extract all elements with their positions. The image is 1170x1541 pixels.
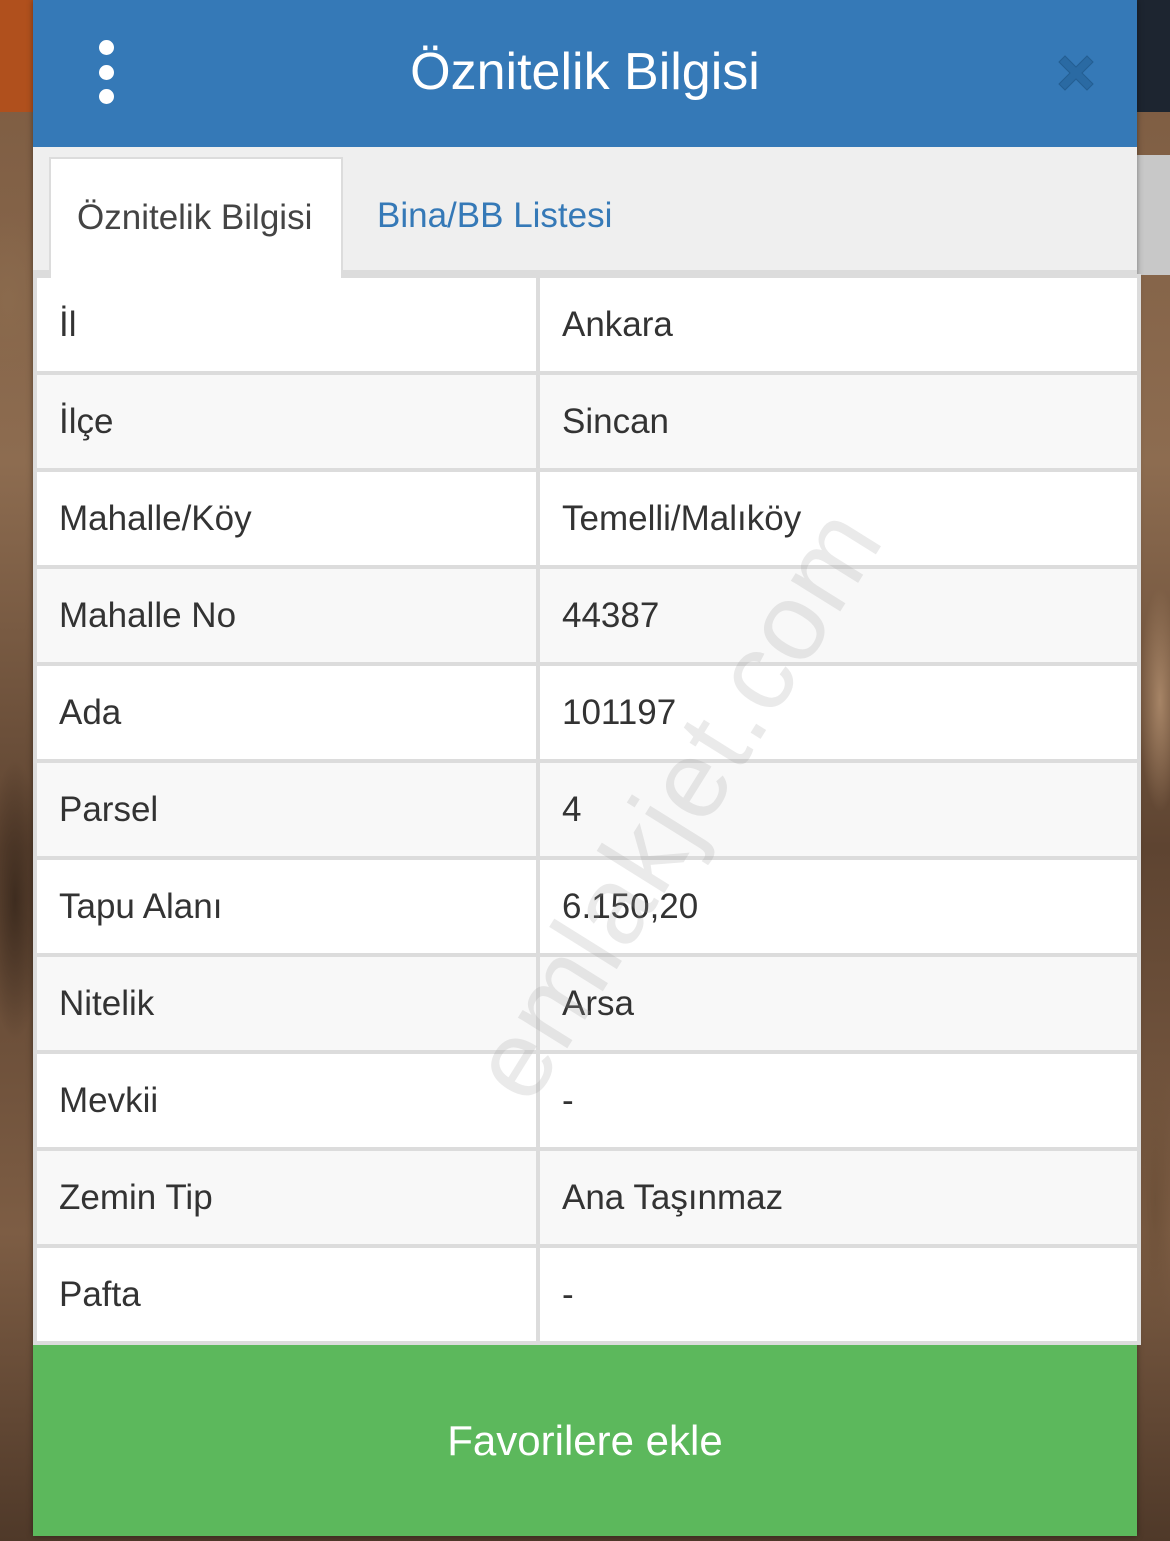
attribute-value: 101197 xyxy=(536,662,1141,763)
attribute-key: Pafta xyxy=(33,1244,540,1345)
attribute-value: 44387 xyxy=(536,565,1141,666)
attribute-value: Temelli/Malıköy xyxy=(536,468,1141,569)
attribute-value: - xyxy=(536,1050,1141,1151)
attribute-value: Ana Taşınmaz xyxy=(536,1147,1141,1248)
tab-attribute-info[interactable]: Öznitelik Bilgisi xyxy=(49,157,343,278)
attribute-key: Mahalle/Köy xyxy=(33,468,540,569)
attribute-key: Parsel xyxy=(33,759,540,860)
close-icon[interactable] xyxy=(1053,50,1099,96)
attribute-value: Ankara xyxy=(536,274,1141,375)
table-row: İl Ankara xyxy=(33,274,1141,375)
attribute-value: Sincan xyxy=(536,371,1141,472)
tab-building-list[interactable]: Bina/BB Listesi xyxy=(351,157,638,274)
attribute-value: 6.150,20 xyxy=(536,856,1141,957)
table-row: İlçe Sincan xyxy=(33,371,1141,472)
attribute-key: Mahalle No xyxy=(33,565,540,666)
attribute-key: Ada xyxy=(33,662,540,763)
tab-bar: Öznitelik Bilgisi Bina/BB Listesi xyxy=(33,147,1137,278)
attribute-info-dialog: Öznitelik Bilgisi Öznitelik Bilgisi Bina… xyxy=(33,0,1141,1536)
attribute-key: Tapu Alanı xyxy=(33,856,540,957)
table-row: Mahalle No 44387 xyxy=(33,565,1141,666)
attribute-table: İl Ankara İlçe Sincan Mahalle/Köy Temelli/Mal… xyxy=(33,274,1141,1345)
attribute-key: İl xyxy=(33,274,540,375)
table-row: Zemin Tip Ana Taşınmaz xyxy=(33,1147,1141,1248)
table-row: Nitelik Arsa xyxy=(33,953,1141,1054)
attribute-key: Nitelik xyxy=(33,953,540,1054)
table-row: Parsel 4 xyxy=(33,759,1141,860)
attribute-key: Zemin Tip xyxy=(33,1147,540,1248)
attribute-value: Arsa xyxy=(536,953,1141,1054)
table-row: Ada 101197 xyxy=(33,662,1141,763)
table-row: Mevkii - xyxy=(33,1050,1141,1151)
attribute-key: İlçe xyxy=(33,371,540,472)
attribute-value: 4 xyxy=(536,759,1141,860)
table-row: Mahalle/Köy Temelli/Malıköy xyxy=(33,468,1141,569)
dialog-title: Öznitelik Bilgisi xyxy=(410,43,760,101)
table-row: Tapu Alanı 6.150,20 xyxy=(33,856,1141,957)
table-row: Pafta - xyxy=(33,1244,1141,1345)
attribute-value: - xyxy=(536,1244,1141,1345)
attribute-key: Mevkii xyxy=(33,1050,540,1151)
add-to-favorites-button[interactable]: Favorilere ekle xyxy=(33,1345,1137,1536)
dialog-header: Öznitelik Bilgisi xyxy=(33,0,1137,147)
